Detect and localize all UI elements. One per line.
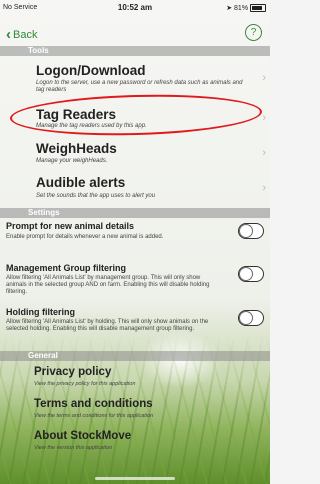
general-item-terms-conditions[interactable]: Terms and conditions View the terms and …: [0, 395, 270, 425]
item-title: Audible alerts: [36, 175, 126, 190]
chevron-right-icon: ›: [262, 147, 266, 159]
status-bar: No Service 10:52 am ➤ 81%: [0, 0, 270, 16]
item-subtitle: View the version this application: [34, 445, 113, 451]
setting-description: Allow filtering 'All Animals List' by ma…: [6, 275, 210, 295]
item-title: About StockMove: [34, 430, 132, 442]
setting-holding-filtering: Holding filtering Allow filtering 'All A…: [0, 306, 270, 346]
location-icon: ➤: [226, 5, 233, 12]
setting-description: Allow filtering 'All Animals List' by ho…: [6, 319, 209, 332]
setting-title: Holding filtering: [6, 307, 75, 317]
battery-icon: [250, 4, 266, 13]
general-item-about[interactable]: About StockMove View the version this ap…: [0, 427, 270, 457]
holding-filtering-toggle[interactable]: [238, 310, 264, 326]
item-title: Terms and conditions: [34, 398, 153, 410]
back-button[interactable]: ‹ Back: [6, 26, 37, 43]
item-subtitle: Logon to the server, use a new password …: [36, 80, 243, 93]
item-subtitle: View the privacy policy for this applica…: [34, 381, 136, 387]
home-indicator: [95, 477, 175, 480]
setting-title: Prompt for new animal details: [6, 221, 135, 231]
chevron-right-icon: ›: [262, 112, 266, 124]
prompt-new-animal-toggle[interactable]: [238, 223, 264, 239]
navigation-bar: ‹ Back ?: [0, 22, 270, 46]
item-title: Logon/Download: [36, 63, 146, 78]
help-button[interactable]: ?: [245, 24, 262, 41]
item-subtitle: View the terms and conditions for this a…: [34, 413, 154, 419]
section-header-settings: Settings: [0, 208, 270, 218]
tools-item-logon-download[interactable]: Logon/Download Logon to the server, use …: [0, 58, 270, 94]
chevron-right-icon: ›: [262, 182, 266, 194]
item-subtitle: Set the sounds that the app uses to aler…: [36, 193, 156, 199]
item-subtitle: Manage your weighHeads.: [36, 158, 108, 164]
chevron-right-icon: ›: [262, 72, 266, 84]
setting-management-group-filtering: Management Group filtering Allow filteri…: [0, 262, 270, 302]
section-header-tools: Tools: [0, 46, 270, 56]
general-item-privacy-policy[interactable]: Privacy policy View the privacy policy f…: [0, 363, 270, 393]
section-header-general: General: [0, 351, 270, 361]
setting-title: Management Group filtering: [6, 263, 127, 273]
chevron-left-icon: ‹: [6, 26, 11, 43]
setting-prompt-new-animal: Prompt for new animal details Enable pro…: [0, 220, 270, 252]
setting-description: Enable prompt for details whenever a new…: [6, 234, 164, 240]
item-title: WeighHeads: [36, 141, 117, 156]
battery-label: 81%: [234, 5, 249, 12]
tools-item-weighheads[interactable]: WeighHeads Manage your weighHeads. ›: [0, 138, 270, 168]
battery-indicator: ➤ 81%: [226, 4, 266, 13]
tools-item-audible-alerts[interactable]: Audible alerts Set the sounds that the a…: [0, 172, 270, 202]
item-title: Privacy policy: [34, 366, 112, 378]
management-group-filtering-toggle[interactable]: [238, 266, 264, 282]
back-label: Back: [13, 29, 38, 41]
